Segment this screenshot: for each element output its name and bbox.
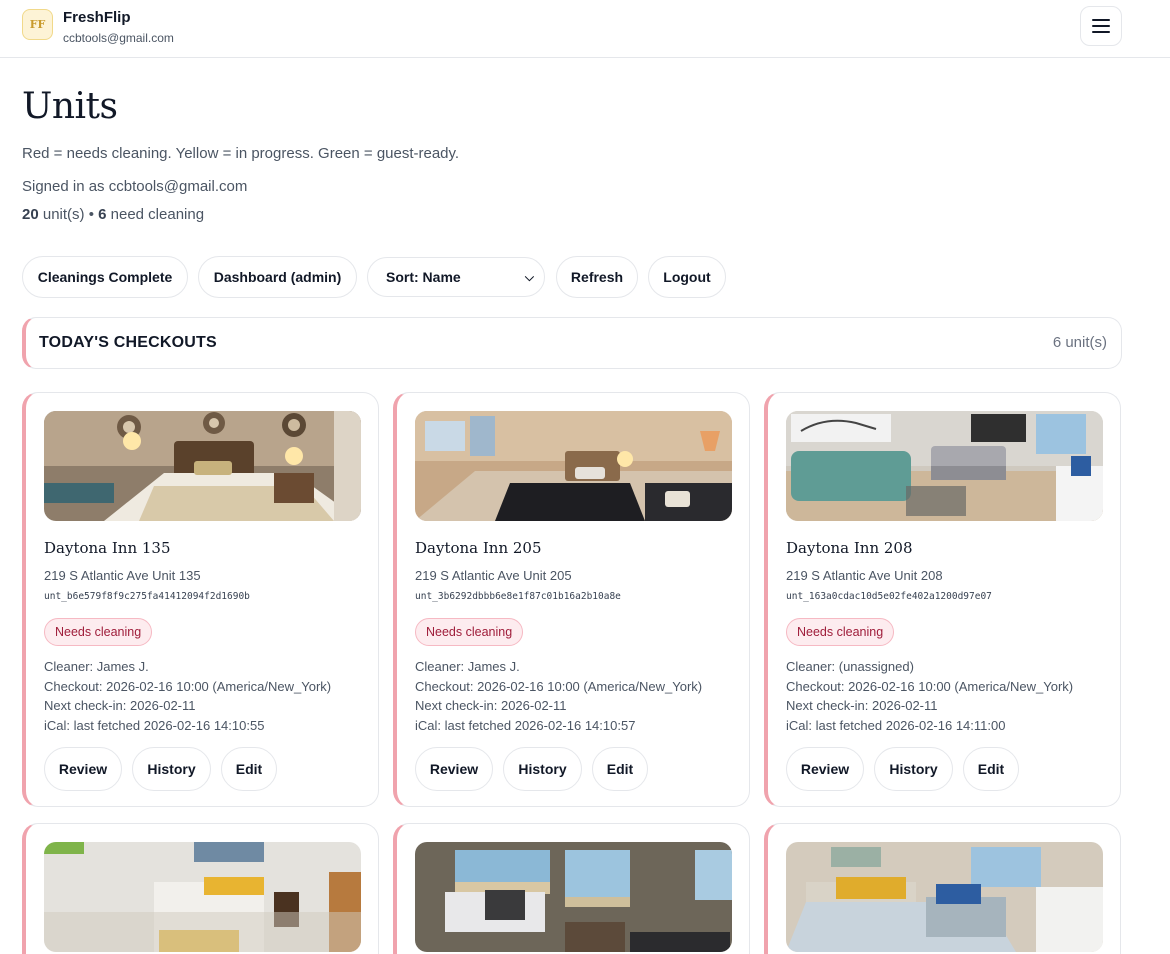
cleanings-complete-button[interactable]: Cleanings Complete [22, 256, 188, 298]
checkout-text: Checkout: 2026-02-16 10:00 (America/New_… [415, 678, 703, 694]
section-count: 6 unit(s) [1052, 334, 1107, 351]
brand-name: FreshFlip [63, 9, 131, 26]
unit-name: Daytona Inn 135 [44, 539, 171, 557]
review-button[interactable]: Review [44, 747, 122, 791]
unit-address: 219 S Atlantic Ave Unit 135 [44, 568, 201, 583]
unit-card[interactable] [764, 823, 1121, 954]
checkout-text: Checkout: 2026-02-16 10:00 (America/New_… [786, 678, 1074, 694]
checkout-text: Checkout: 2026-02-16 10:00 (America/New_… [44, 678, 332, 694]
cleaner-text: Cleaner: (unassigned) [786, 659, 914, 674]
unit-card[interactable] [393, 823, 750, 954]
status-badge: Needs cleaning [44, 618, 153, 646]
top-bar: FF FreshFlip ccbtools@gmail.com [0, 0, 1170, 58]
section-title: TODAY'S CHECKOUTS [39, 334, 217, 351]
unit-photo [415, 842, 732, 952]
unit-photo [415, 411, 732, 521]
cleaner-text: Cleaner: James J. [44, 659, 149, 674]
next-checkin-text: Next check-in: 2026-02-11 [415, 698, 567, 714]
signed-in-text: Signed in as ccbtools@gmail.com [22, 178, 248, 195]
unit-photo [786, 411, 1103, 521]
ical-text: iCal: last fetched 2026-02-16 14:10:55 [44, 717, 265, 733]
cleaner-text: Cleaner: James J. [415, 659, 520, 674]
refresh-button[interactable]: Refresh [556, 256, 638, 298]
ical-text: iCal: last fetched 2026-02-16 14:11:00 [786, 717, 1006, 733]
history-button[interactable]: History [503, 747, 582, 791]
next-checkin-text: Next check-in: 2026-02-11 [44, 698, 196, 714]
sort-selected-value: Sort: Name [386, 269, 461, 285]
unit-details: Cleaner: James J. Checkout: 2026-02-16 1… [44, 657, 331, 735]
unit-id: unt_3b6292dbbb6e8e1f87c01b16a2b10a8e [415, 591, 621, 602]
unit-photo [786, 842, 1103, 952]
status-badge: Needs cleaning [415, 618, 524, 646]
unit-id: unt_163a0cdac10d5e02fe402a1200d97e07 [786, 591, 992, 602]
history-button[interactable]: History [132, 747, 211, 791]
review-button[interactable]: Review [786, 747, 864, 791]
unit-address: 219 S Atlantic Ave Unit 208 [786, 568, 943, 583]
chevron-down-icon: ⌵ [524, 270, 534, 284]
review-button[interactable]: Review [415, 747, 493, 791]
status-legend: Red = needs cleaning. Yellow = in progre… [22, 145, 460, 162]
unit-card[interactable] [22, 823, 379, 954]
edit-button[interactable]: Edit [221, 747, 277, 791]
unit-name: Daytona Inn 205 [415, 539, 542, 557]
edit-button[interactable]: Edit [963, 747, 1019, 791]
unit-name: Daytona Inn 208 [786, 539, 913, 557]
unit-count: 20 [22, 206, 39, 223]
todays-checkouts-section: TODAY'S CHECKOUTS 6 unit(s) [22, 317, 1122, 369]
ical-text: iCal: last fetched 2026-02-16 14:10:57 [415, 717, 636, 733]
hamburger-menu-button[interactable] [1080, 6, 1122, 46]
unit-details: Cleaner: (unassigned) Checkout: 2026-02-… [786, 657, 1073, 735]
next-checkin-text: Next check-in: 2026-02-11 [786, 698, 938, 714]
sort-select[interactable]: Sort: Name ⌵ [367, 257, 545, 297]
account-email: ccbtools@gmail.com [63, 31, 174, 45]
unit-card[interactable]: Daytona Inn 135 219 S Atlantic Ave Unit … [22, 392, 379, 807]
history-button[interactable]: History [874, 747, 953, 791]
status-badge: Needs cleaning [786, 618, 895, 646]
logout-button[interactable]: Logout [648, 256, 726, 298]
unit-id: unt_b6e579f8f9c275fa41412094f2d1690b [44, 591, 250, 602]
dashboard-admin-button[interactable]: Dashboard (admin) [198, 256, 357, 298]
edit-button[interactable]: Edit [592, 747, 648, 791]
unit-card[interactable]: Daytona Inn 208 219 S Atlantic Ave Unit … [764, 392, 1121, 807]
unit-counts: 20 unit(s) • 6 need cleaning [22, 206, 205, 223]
hamburger-icon [1092, 19, 1110, 21]
unit-address: 219 S Atlantic Ave Unit 205 [415, 568, 572, 583]
unit-photo [44, 411, 361, 521]
app-logo: FF [22, 9, 53, 40]
unit-card[interactable]: Daytona Inn 205 219 S Atlantic Ave Unit … [393, 392, 750, 807]
unit-details: Cleaner: James J. Checkout: 2026-02-16 1… [415, 657, 702, 735]
unit-photo [44, 842, 361, 952]
page-title: Units [22, 86, 118, 127]
